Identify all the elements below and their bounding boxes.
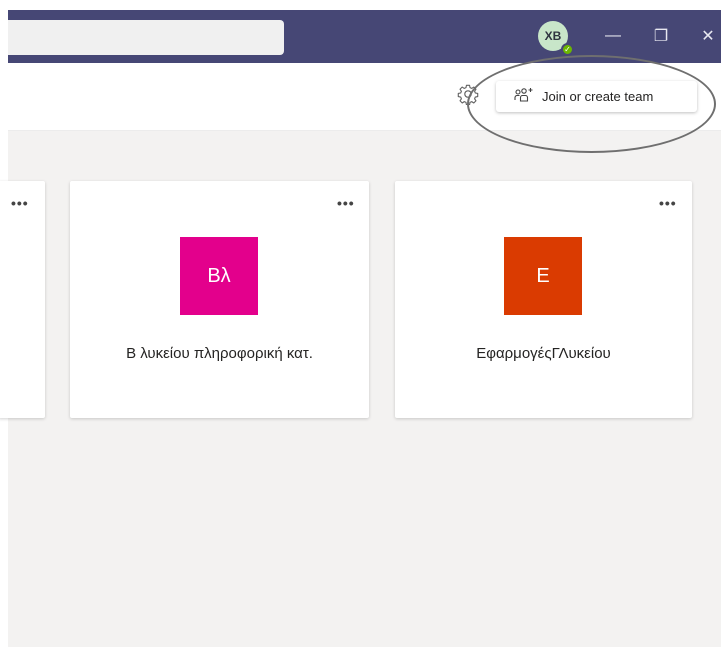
more-options-icon[interactable]: •••	[11, 195, 29, 211]
team-card[interactable]: ••• Βλ Β λυκείου πληροφορική κατ.	[70, 181, 369, 418]
more-options-icon[interactable]: •••	[337, 195, 355, 211]
team-avatar-tile: Ε	[504, 237, 582, 315]
minimize-button[interactable]: —	[603, 26, 623, 46]
annotation-circle	[467, 55, 716, 153]
team-card[interactable]: ••• Ε ΕφαρμογέςΓΛυκείου	[395, 181, 692, 418]
team-name: Β λυκείου πληροφορική κατ.	[126, 345, 313, 362]
more-options-icon[interactable]: •••	[659, 195, 677, 211]
presence-available-icon: ✓	[561, 43, 574, 56]
team-avatar-tile: Βλ	[180, 237, 258, 315]
close-button[interactable]: ✕	[698, 26, 718, 46]
search-input[interactable]	[8, 20, 284, 55]
maximize-button[interactable]: ❐	[651, 26, 671, 46]
team-name: ΕφαρμογέςΓΛυκείου	[476, 345, 611, 362]
teams-grid: ••• ••• Βλ Β λυκείου πληροφορική κατ. ••…	[0, 131, 721, 647]
team-card[interactable]: •••	[0, 181, 45, 418]
